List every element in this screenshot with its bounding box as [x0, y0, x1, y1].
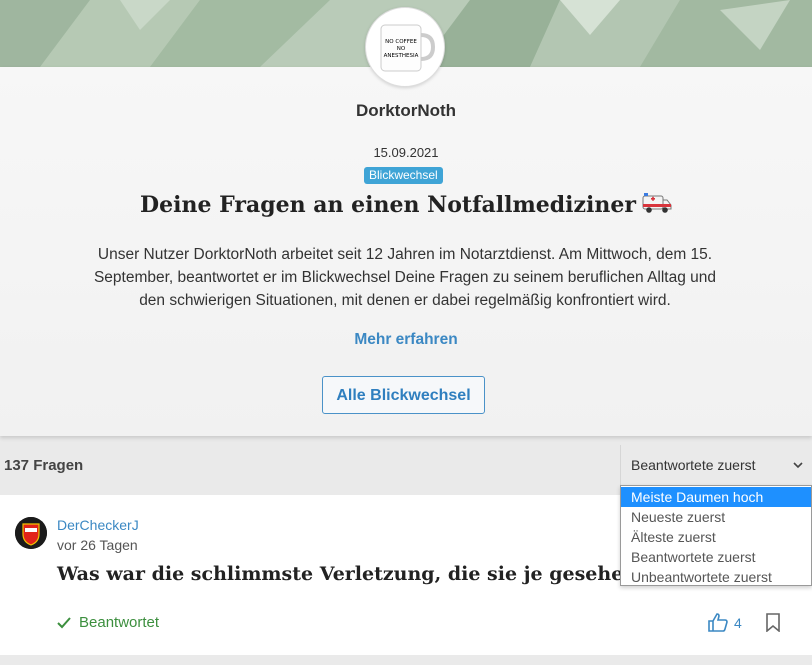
ambulance-icon	[642, 192, 672, 220]
question-count: 137 Fragen	[4, 457, 84, 474]
event-title-text: Deine Fragen an einen Notfallmediziner	[140, 192, 636, 218]
bookmark-icon[interactable]	[766, 613, 780, 637]
sort-selected-value: Beantwortete zuerst	[631, 457, 756, 473]
sort-option-answered-first[interactable]: Beantwortete zuerst	[621, 547, 811, 567]
answered-status: Beantwortet	[57, 614, 159, 631]
username[interactable]: DorktorNoth	[0, 101, 812, 121]
category-tag[interactable]: Blickwechsel	[364, 167, 443, 184]
sort-select[interactable]: Beantwortete zuerst	[620, 445, 812, 485]
user-avatar[interactable]: NO COFFEE NO ANESTHESIA	[365, 7, 445, 87]
mug-line-2: NO	[397, 46, 406, 52]
mug-line-3: ANESTHESIA	[384, 53, 419, 59]
checkmark-icon	[57, 617, 71, 629]
event-title: Deine Fragen an einen Notfallmediziner	[0, 192, 812, 220]
coffee-mug-icon: NO COFFEE NO ANESTHESIA	[380, 24, 435, 72]
sort-option-unanswered-first[interactable]: Unbeantwortete zuerst	[621, 567, 811, 587]
blickwechsel-card: NO COFFEE NO ANESTHESIA DorktorNoth 15.0…	[0, 7, 812, 436]
sort-dropdown[interactable]: Meiste Daumen hoch Neueste zuerst Ältest…	[620, 485, 812, 586]
question-author[interactable]: DerCheckerJ	[57, 517, 139, 533]
all-blickwechsel-button[interactable]: Alle Blickwechsel	[322, 376, 485, 414]
sort-option-most-likes[interactable]: Meiste Daumen hoch	[621, 487, 811, 507]
more-link[interactable]: Mehr erfahren	[0, 331, 812, 349]
thumbs-up-icon	[708, 613, 728, 632]
event-description: Unser Nutzer DorktorNoth arbeitet seit 1…	[93, 246, 717, 309]
chevron-down-icon	[792, 458, 804, 476]
like-button[interactable]: 4	[708, 613, 742, 632]
sort-option-oldest[interactable]: Älteste zuerst	[621, 527, 811, 547]
mug-line-1: NO COFFEE	[385, 39, 417, 45]
author-avatar[interactable]	[15, 517, 47, 549]
question-time: vor 26 Tagen	[57, 537, 138, 553]
like-count: 4	[734, 615, 742, 631]
event-date: 15.09.2021	[373, 145, 439, 160]
answered-status-label: Beantwortet	[79, 614, 160, 631]
sort-option-newest[interactable]: Neueste zuerst	[621, 507, 811, 527]
